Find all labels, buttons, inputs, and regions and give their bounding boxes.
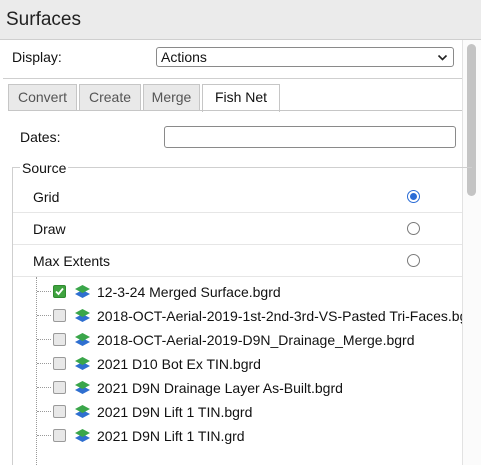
file-label: 2018-OCT-Aerial-2019-D9N_Drainage_Merge.… — [97, 332, 415, 348]
dates-label: Dates: — [20, 129, 61, 145]
layers-icon — [75, 357, 90, 370]
file-checkbox[interactable] — [53, 285, 66, 298]
tab-underline — [8, 110, 462, 111]
display-select[interactable]: Actions — [156, 47, 454, 67]
tree-branch — [37, 363, 51, 364]
tree-branch — [37, 411, 51, 412]
tree-item[interactable]: 2018-OCT-Aerial-2019-D9N_Drainage_Merge.… — [13, 328, 462, 352]
tree-branch — [37, 315, 51, 316]
tree-item[interactable]: 2021 D9N Lift 1 TIN.bgrd — [13, 400, 462, 424]
tab-convert[interactable]: Convert — [8, 84, 77, 111]
source-option-draw[interactable]: Draw — [13, 213, 462, 245]
tree-branch — [37, 291, 51, 292]
panel-title: Surfaces — [6, 9, 81, 30]
divider — [3, 78, 462, 79]
tree-branch — [37, 435, 51, 436]
tree-branch — [37, 387, 51, 388]
file-checkbox[interactable] — [53, 333, 66, 346]
max-extents-radio[interactable] — [407, 254, 420, 267]
display-label: Display: — [12, 49, 62, 65]
option-label: Draw — [33, 221, 66, 237]
option-label: Max Extents — [33, 253, 111, 269]
layers-icon — [75, 309, 90, 322]
file-label: 2021 D10 Bot Ex TIN.bgrd — [97, 356, 261, 372]
file-checkbox[interactable] — [53, 381, 66, 394]
file-label: 2018-OCT-Aerial-2019-1st-2nd-3rd-VS-Past… — [97, 308, 462, 324]
dates-input[interactable] — [164, 126, 456, 148]
layers-icon — [75, 333, 90, 346]
file-checkbox[interactable] — [53, 429, 66, 442]
display-select-value: Actions — [161, 49, 207, 65]
layers-icon — [75, 381, 90, 394]
option-label: Grid — [33, 189, 60, 205]
title-bar: Surfaces — [0, 0, 481, 40]
layers-icon — [75, 285, 90, 298]
chevron-down-icon — [437, 54, 448, 61]
tree-item[interactable]: 12-3-24 Merged Surface.bgrd — [13, 280, 462, 304]
source-option-max-extents[interactable]: Max Extents — [13, 245, 462, 277]
file-label: 2021 D9N Lift 1 TIN.grd — [97, 428, 245, 444]
source-option-grid[interactable]: Grid — [13, 181, 462, 213]
tab-merge[interactable]: Merge — [143, 84, 200, 111]
checkmark-icon — [55, 287, 64, 296]
tree-item[interactable]: 2021 D9N Drainage Layer As-Built.bgrd — [13, 376, 462, 400]
grid-radio[interactable] — [407, 190, 420, 203]
tree-branch — [37, 339, 51, 340]
layers-icon — [75, 429, 90, 442]
layers-icon — [75, 405, 90, 418]
file-checkbox[interactable] — [53, 309, 66, 322]
tab-create[interactable]: Create — [79, 84, 141, 111]
file-label: 12-3-24 Merged Surface.bgrd — [97, 284, 281, 300]
tab-fish-net[interactable]: Fish Net — [202, 84, 280, 112]
file-checkbox[interactable] — [53, 405, 66, 418]
file-label: 2021 D9N Drainage Layer As-Built.bgrd — [97, 380, 343, 396]
tree-item[interactable]: 2021 D10 Bot Ex TIN.bgrd — [13, 352, 462, 376]
tree-item[interactable]: 2021 D9N Lift 1 TIN.grd — [13, 424, 462, 448]
surfaces-panel: Surfaces Display: Actions Convert Create… — [0, 0, 481, 465]
surface-file-tree: 12-3-24 Merged Surface.bgrd 2018-OCT-Aer… — [13, 277, 462, 465]
file-checkbox[interactable] — [53, 357, 66, 370]
source-legend: Source — [20, 160, 69, 176]
file-label: 2021 D9N Lift 1 TIN.bgrd — [97, 404, 253, 420]
draw-radio[interactable] — [407, 222, 420, 235]
tree-item[interactable]: 2018-OCT-Aerial-2019-1st-2nd-3rd-VS-Past… — [13, 304, 462, 328]
